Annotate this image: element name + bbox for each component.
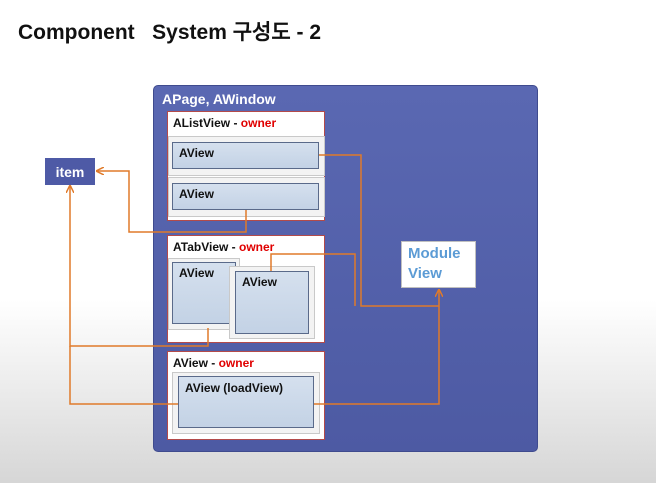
connector-list-aview-to-item xyxy=(97,171,247,233)
connectors xyxy=(0,154,656,405)
connector-tab-aview-to-item xyxy=(70,186,209,347)
connector-list-aview-to-module xyxy=(319,154,439,307)
connector-loadview-to-module xyxy=(314,290,439,405)
connector-tab-aview-to-module xyxy=(270,253,356,306)
connector-loadview-to-item xyxy=(69,346,178,405)
